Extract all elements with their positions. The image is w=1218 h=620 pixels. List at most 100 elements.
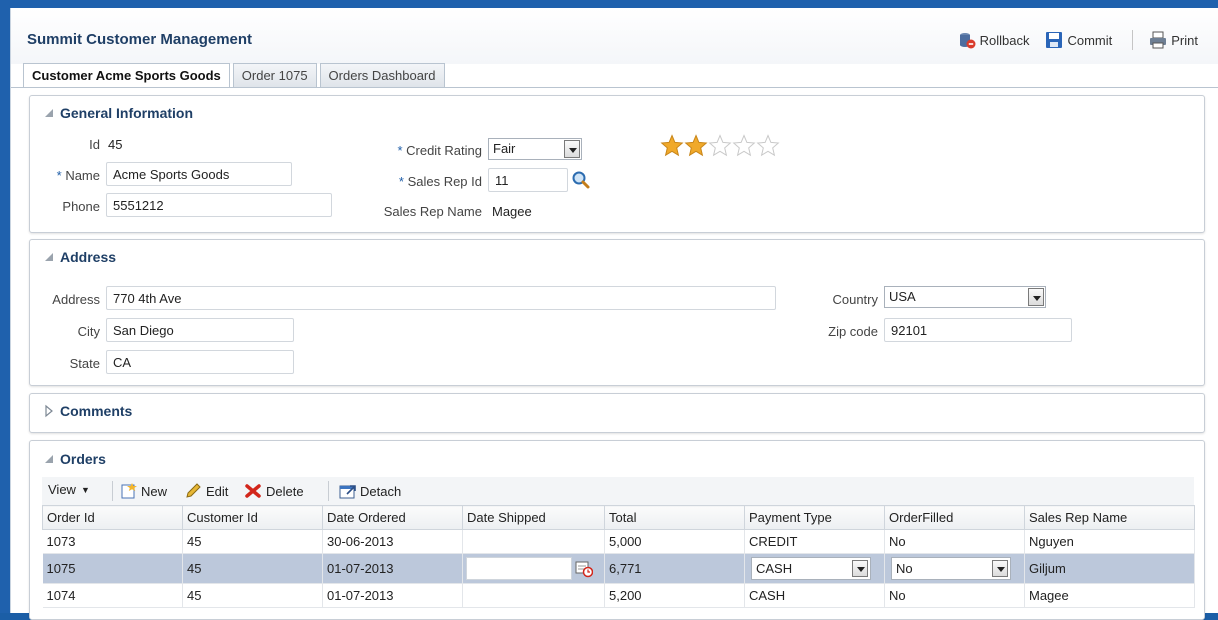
address-title: Address	[60, 249, 117, 265]
payment-type-select[interactable]: CASH	[751, 557, 871, 580]
table-row[interactable]: 1073 45 30-06-2013 5,000 CREDIT No Nguye…	[42, 529, 1195, 554]
star-filled-icon[interactable]	[684, 134, 708, 158]
column-header-date-ordered[interactable]: Date Ordered	[322, 505, 463, 530]
address-panel: Address Address City State Country USA Z…	[29, 239, 1205, 386]
window-frame: Summit Customer Management Rollback Comm…	[0, 0, 1218, 620]
cell-customer-id: 45	[182, 529, 323, 554]
cell-total: 5,000	[604, 529, 745, 554]
rollback-button[interactable]: Rollback	[958, 31, 1030, 49]
rollback-label: Rollback	[979, 32, 1030, 48]
state-label: State	[69, 356, 100, 371]
chevron-down-icon[interactable]	[992, 560, 1008, 577]
sales-rep-name-value: Magee	[492, 204, 532, 219]
sales-rep-name-label: Sales Rep Name	[383, 204, 482, 219]
column-header-sales-rep-name[interactable]: Sales Rep Name	[1024, 505, 1195, 530]
header-actions: Rollback Commit Print	[942, 30, 1198, 50]
delete-icon	[245, 484, 261, 498]
table-row-selected[interactable]: 1075 45 01-07-2013 6,771 CASH No Giljum	[42, 553, 1195, 584]
phone-field[interactable]	[106, 193, 332, 217]
cell-order-id: 1075	[42, 553, 183, 584]
detach-icon	[339, 485, 356, 499]
sales-rep-id-label-text: Sales Rep Id	[407, 174, 482, 189]
address-label: Address	[52, 292, 100, 307]
address-header[interactable]: Address	[42, 249, 116, 265]
tab-divider	[11, 87, 1218, 88]
state-field[interactable]	[106, 350, 294, 374]
commit-button[interactable]: Commit	[1045, 31, 1112, 49]
search-icon[interactable]	[571, 170, 591, 190]
detach-button[interactable]: Detach	[338, 482, 401, 500]
chevron-down-icon[interactable]	[564, 140, 580, 158]
chevron-down-icon[interactable]	[852, 560, 868, 577]
sales-rep-id-label: * Sales Rep Id	[370, 174, 482, 189]
name-field[interactable]	[106, 162, 292, 186]
general-information-header[interactable]: General Information	[42, 105, 193, 121]
column-header-order-filled[interactable]: OrderFilled	[884, 505, 1025, 530]
cell-order-id: 1073	[42, 529, 183, 554]
column-header-date-shipped[interactable]: Date Shipped	[462, 505, 605, 530]
rollback-icon	[958, 31, 976, 49]
orders-header[interactable]: Orders	[42, 451, 106, 467]
commit-label: Commit	[1067, 32, 1113, 48]
orders-panel: Orders View ▼ New Edit Delete Detach Ord…	[29, 440, 1205, 620]
cell-order-id: 1074	[42, 583, 183, 608]
cell-date-shipped-editor	[462, 553, 605, 584]
star-empty-icon[interactable]	[708, 134, 732, 158]
payment-type-value: CASH	[756, 561, 793, 576]
column-header-customer-id[interactable]: Customer Id	[182, 505, 323, 530]
cell-customer-id: 45	[182, 553, 323, 584]
table-row[interactable]: 1074 45 01-07-2013 5,200 CASH No Magee	[42, 583, 1195, 608]
tab-order-1075[interactable]: Order 1075	[232, 63, 317, 87]
tab-customer[interactable]: Customer Acme Sports Goods	[23, 63, 230, 88]
toolbar-separator	[1132, 30, 1134, 50]
column-header-order-id[interactable]: Order Id	[42, 505, 183, 530]
print-button[interactable]: Print	[1149, 31, 1198, 49]
edit-label: Edit	[206, 483, 229, 499]
view-menu[interactable]: View ▼	[48, 482, 90, 497]
new-button[interactable]: New	[120, 482, 167, 500]
orders-table: Order Id Customer Id Date Ordered Date S…	[42, 505, 1195, 608]
new-icon	[121, 483, 137, 499]
city-field[interactable]	[106, 318, 294, 342]
edit-button[interactable]: Edit	[184, 482, 228, 500]
cell-date-ordered: 01-07-2013	[322, 583, 463, 608]
view-label: View	[48, 482, 76, 497]
order-filled-value: No	[896, 561, 913, 576]
column-header-payment-type[interactable]: Payment Type	[744, 505, 885, 530]
new-label: New	[141, 483, 168, 499]
order-filled-select[interactable]: No	[891, 557, 1011, 580]
required-mark: *	[56, 168, 62, 183]
tab-orders-dashboard[interactable]: Orders Dashboard	[319, 63, 445, 87]
caret-down-icon: ▼	[80, 484, 90, 495]
credit-rating-select[interactable]: Fair	[488, 138, 582, 160]
name-label-text: Name	[65, 168, 100, 183]
star-filled-icon[interactable]	[660, 134, 684, 158]
address-field[interactable]	[106, 286, 776, 310]
expand-triangle-icon	[45, 404, 53, 418]
sales-rep-id-field[interactable]	[488, 168, 568, 192]
country-select[interactable]: USA	[884, 286, 1046, 308]
general-information-title: General Information	[60, 105, 194, 121]
star-empty-icon[interactable]	[732, 134, 756, 158]
calendar-icon[interactable]	[575, 560, 594, 581]
delete-button[interactable]: Delete	[244, 482, 304, 500]
cell-payment-type: CREDIT	[744, 529, 885, 554]
delete-label: Delete	[266, 483, 304, 499]
collapse-triangle-icon	[45, 455, 53, 463]
id-value: 45	[108, 137, 123, 152]
toolbar-separator	[328, 481, 329, 501]
phone-label: Phone	[62, 199, 100, 214]
star-empty-icon[interactable]	[756, 134, 780, 158]
chevron-down-icon[interactable]	[1028, 288, 1044, 306]
credit-rating-label: * Credit Rating	[370, 143, 482, 158]
zip-code-label: Zip code	[828, 324, 878, 339]
column-header-total[interactable]: Total	[604, 505, 745, 530]
cell-sales-rep-name: Nguyen	[1024, 529, 1195, 554]
cell-total: 6,771	[604, 553, 745, 584]
comments-header[interactable]: Comments	[42, 403, 132, 419]
detach-label: Detach	[360, 483, 402, 499]
country-value: USA	[889, 289, 916, 304]
date-shipped-input[interactable]	[466, 557, 572, 580]
credit-rating-stars[interactable]	[660, 134, 780, 158]
zip-code-field[interactable]	[884, 318, 1072, 342]
